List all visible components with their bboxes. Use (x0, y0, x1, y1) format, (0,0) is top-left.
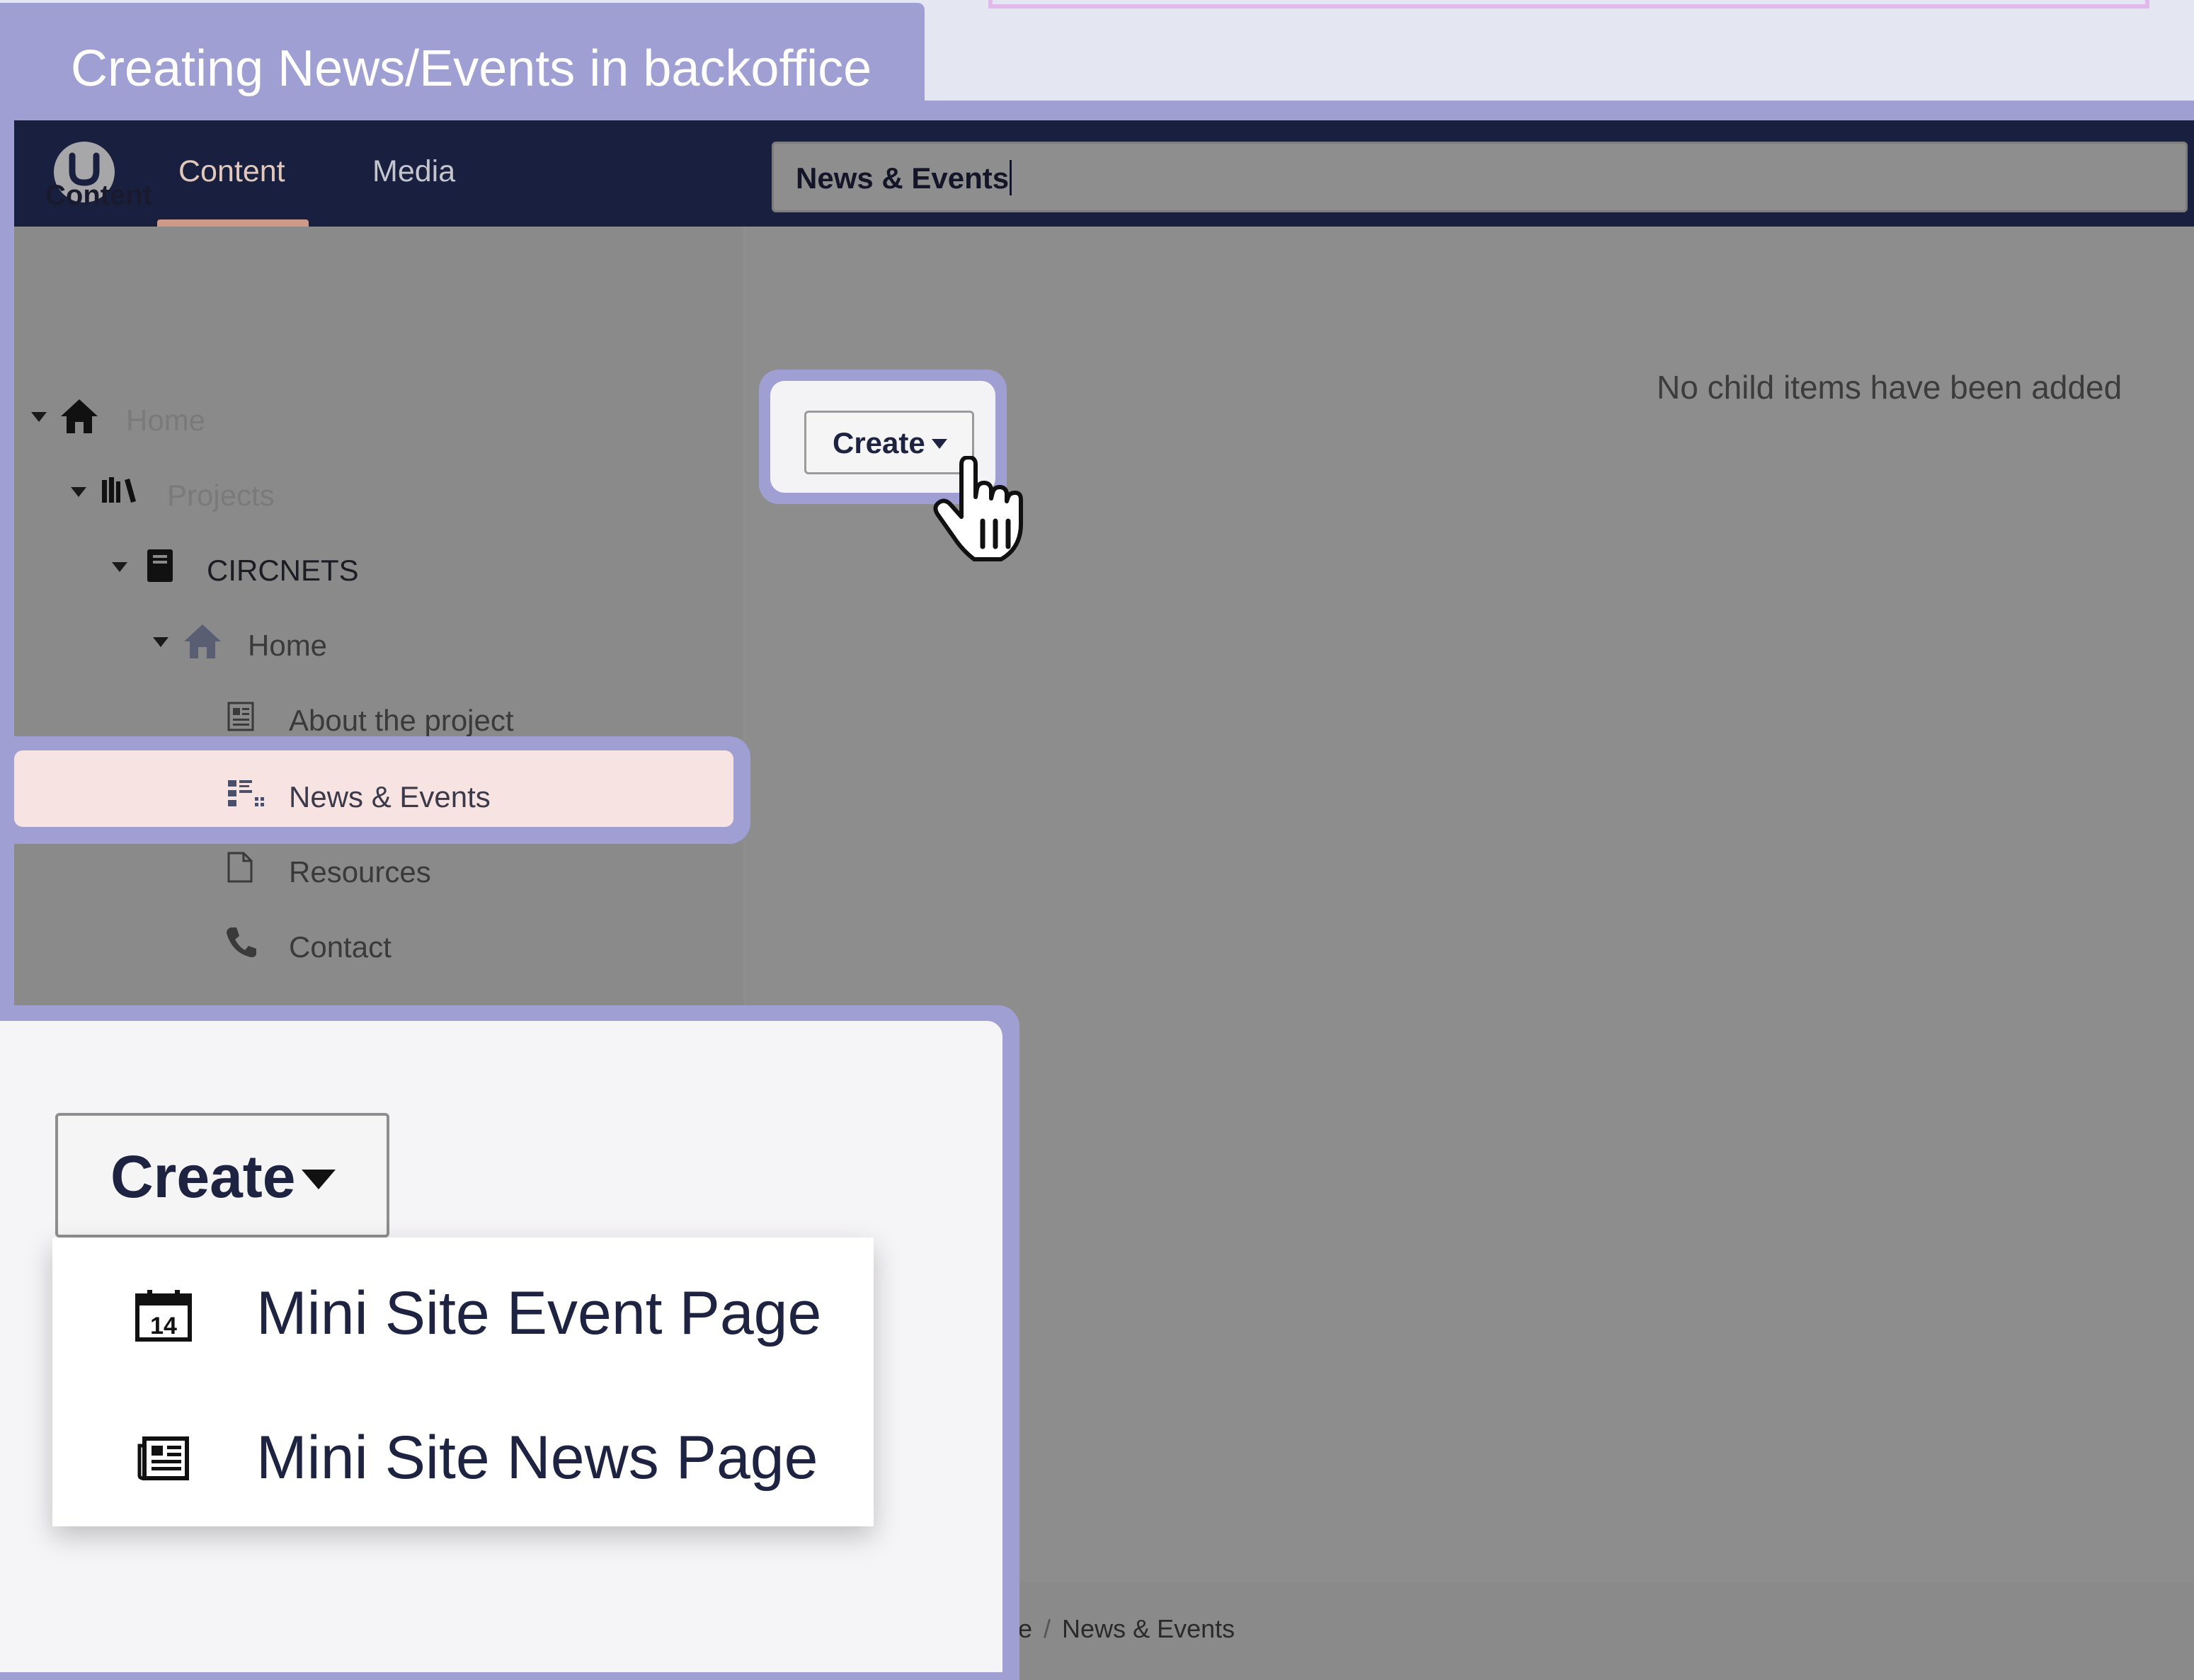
collapse-caret-icon[interactable] (112, 562, 127, 572)
tutorial-title: Creating News/Events in backoffice (71, 40, 872, 97)
breadcrumb-item-partial[interactable]: e (1018, 1614, 1032, 1643)
home-icon (184, 624, 221, 658)
home-icon (61, 399, 98, 433)
empty-list-message: No child items have been added (1657, 369, 2122, 406)
tree-item-home[interactable]: Home (126, 404, 205, 438)
calendar-icon: 14 (135, 1290, 192, 1342)
tab-media[interactable]: Media (372, 154, 455, 189)
create-button-label: Create (833, 426, 925, 459)
document-icon (227, 852, 253, 883)
newspaper-icon (137, 1436, 189, 1480)
tree-item-home-child[interactable]: Home (248, 629, 327, 663)
chevron-down-icon (302, 1170, 336, 1189)
collapse-caret-icon[interactable] (153, 637, 168, 647)
menu-item-event-page[interactable]: Mini Site Event Page (256, 1279, 821, 1349)
collapse-caret-icon[interactable] (31, 412, 47, 422)
breadcrumb-current: News & Events (1062, 1614, 1235, 1643)
tree-item-contact[interactable]: Contact (289, 930, 392, 964)
tree-item-news-events[interactable]: News & Events (289, 780, 491, 814)
menu-item-news-page[interactable]: Mini Site News Page (256, 1423, 818, 1493)
top-frame-outline (988, 0, 2149, 8)
news-grid-icon (228, 780, 264, 806)
breadcrumb-separator: / (1044, 1614, 1051, 1643)
collapse-caret-icon[interactable] (71, 487, 86, 497)
phone-icon (227, 927, 256, 958)
svg-text:14: 14 (150, 1313, 177, 1339)
tree-item-about[interactable]: About the project (289, 704, 514, 738)
book-icon (147, 549, 173, 582)
node-name-value: News & Events (796, 161, 1010, 195)
tree-item-projects[interactable]: Projects (167, 479, 275, 513)
article-icon (227, 702, 254, 731)
chevron-down-icon (932, 439, 947, 449)
sidebar-title: Content (45, 180, 153, 211)
tree-item-circnets[interactable]: CIRCNETS (207, 554, 359, 588)
breadcrumb: e / News & Events (1018, 1614, 1235, 1644)
library-icon (102, 477, 136, 503)
text-cursor (1010, 160, 1012, 195)
tab-content[interactable]: Content (178, 154, 285, 189)
zoom-create-label: Create (110, 1143, 296, 1210)
hand-cursor-icon (933, 456, 1023, 561)
tree-item-resources[interactable]: Resources (289, 855, 431, 889)
active-tab-indicator (157, 219, 309, 227)
